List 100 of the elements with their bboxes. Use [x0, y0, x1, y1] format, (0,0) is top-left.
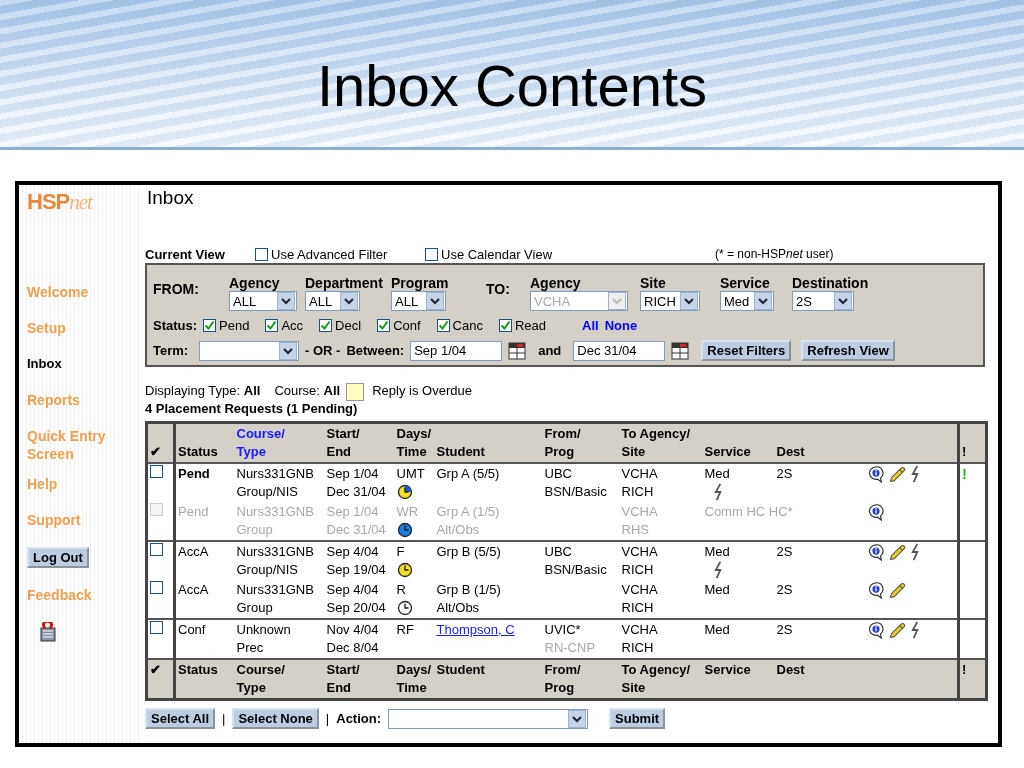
program-text: BSN/Basic	[544, 561, 608, 579]
site-text: VCHA	[621, 621, 659, 639]
logout-button[interactable]: Log Out	[27, 547, 89, 568]
dropdown[interactable]: 2S	[792, 291, 854, 311]
column-header: Dest	[776, 443, 806, 461]
student-text: Grp B (5/5)	[436, 543, 502, 561]
filter-button[interactable]: Refresh View	[801, 340, 895, 361]
column-header: !	[962, 443, 968, 461]
site-text: RICH	[621, 561, 655, 579]
course-text: Nurs331GNB	[236, 543, 315, 561]
type-label: Displaying Type: All	[145, 383, 261, 399]
dest-text: 2S	[776, 465, 794, 483]
field-label: Agency	[530, 275, 582, 291]
field-label: Destination	[792, 275, 870, 291]
site-text: VCHA	[621, 543, 659, 561]
alert-mark: !	[962, 465, 967, 482]
dropdown[interactable]: RICH	[640, 291, 700, 311]
column-header: Service	[704, 661, 752, 679]
column-header: To Agency/ Site	[621, 425, 692, 461]
view-label: Current View	[145, 246, 226, 262]
date-text: Sep 19/04	[326, 561, 387, 579]
course-label: Course: All	[274, 383, 341, 399]
course-text: Group	[236, 521, 274, 539]
dropdown[interactable]: ALL	[391, 291, 446, 311]
submit-button[interactable]: Submit	[609, 708, 666, 729]
column-header: ✔	[150, 443, 162, 461]
request-count: 4 Placement Requests (1 Pending)	[145, 401, 359, 417]
checkbox-label: Pend	[219, 318, 250, 333]
status-text: Conf	[178, 621, 207, 639]
course-text: Nurs331GNB	[236, 465, 315, 483]
column-header: Dest	[776, 661, 806, 679]
dest-text: 2S	[776, 621, 794, 639]
all-link[interactable]: All	[582, 318, 599, 333]
program-text: RN-CNP	[544, 639, 597, 657]
column-header: Service	[704, 443, 752, 461]
dropdown[interactable]: Med	[720, 291, 774, 311]
agency-text: UBC	[544, 543, 573, 561]
column-header: Start/ End	[326, 425, 361, 461]
student-link[interactable]: Thompson, C	[436, 622, 515, 637]
date-text: Sep 20/04	[326, 599, 387, 617]
student-text: Grp A (1/5)	[436, 503, 501, 521]
student-text: Grp A (5/5)	[436, 465, 501, 483]
dropdown[interactable]: ALL	[229, 291, 297, 311]
student-text: Alt/Obs	[436, 521, 481, 539]
checkbox-label: Canc	[452, 318, 483, 333]
course-text: Nurs331GNB	[236, 503, 315, 521]
site-text: RICH	[621, 599, 655, 617]
site-text: VCHA	[621, 465, 659, 483]
column-header: !	[962, 661, 968, 679]
filter-button[interactable]: Reset Filters	[701, 340, 792, 361]
status-label: Status:	[153, 318, 198, 333]
site-text: RICH	[621, 639, 655, 657]
date-field[interactable]: Sep 1/04	[410, 340, 503, 361]
days-text: RF	[396, 621, 415, 639]
course-text: Group/NIS	[236, 483, 299, 501]
course-text: Nurs331GNB	[236, 581, 315, 599]
days-text: F	[396, 543, 406, 561]
course-text: Group	[236, 599, 274, 617]
days-text: R	[396, 581, 407, 599]
column-header: Course/ Type	[236, 661, 286, 697]
student-text: Grp B (1/5)	[436, 581, 502, 599]
days-text: WR	[396, 503, 420, 521]
separator: |	[325, 711, 330, 726]
column-header: Student	[436, 443, 486, 461]
date-text: Sep 4/04	[326, 543, 380, 561]
dest-text: 2S	[776, 543, 794, 561]
service-text: Comm HC HC*	[704, 503, 793, 521]
term-label: Term:	[153, 343, 190, 358]
field-label: Agency	[229, 275, 281, 291]
course-text: Unknown	[236, 621, 292, 639]
select-all-button[interactable]: Select All	[145, 708, 216, 729]
page-title: Inbox	[147, 187, 195, 209]
logo: HSPnet	[27, 189, 92, 215]
dropdown[interactable]: ALL	[305, 291, 360, 311]
date-text: Sep 4/04	[326, 581, 380, 599]
legend-text: Reply is Overdue	[372, 383, 472, 399]
date-field[interactable]: Dec 31/04	[573, 340, 666, 361]
select-none-button[interactable]: Select None	[232, 708, 319, 729]
agency-text: UVIC*	[544, 621, 582, 639]
dest-text: 2S	[776, 581, 794, 599]
none-link[interactable]: None	[604, 318, 638, 333]
site-text: RICH	[621, 483, 655, 501]
column-header: From/ Prog	[544, 425, 582, 461]
student-text: Alt/Obs	[436, 599, 481, 617]
date-text: Dec 31/04	[326, 521, 387, 539]
service-text: Med	[704, 465, 730, 483]
checkbox-label: Conf	[393, 318, 421, 333]
field-label: Program	[391, 275, 450, 291]
column-header: ✔	[150, 661, 162, 679]
status-text: AccA	[178, 581, 210, 599]
date-text: Sep 1/04	[326, 503, 380, 521]
service-text: Med	[704, 621, 730, 639]
status-text: AccA	[178, 543, 210, 561]
checkbox-label: Use Calendar View	[441, 246, 553, 262]
date-text: Nov 4/04	[326, 621, 380, 639]
nav-link[interactable]: Inbox	[27, 355, 137, 373]
days-text: UMT	[396, 465, 426, 483]
course-text: Group/NIS	[236, 561, 299, 579]
to-label: TO:	[486, 281, 511, 297]
service-text: Med	[704, 581, 730, 599]
